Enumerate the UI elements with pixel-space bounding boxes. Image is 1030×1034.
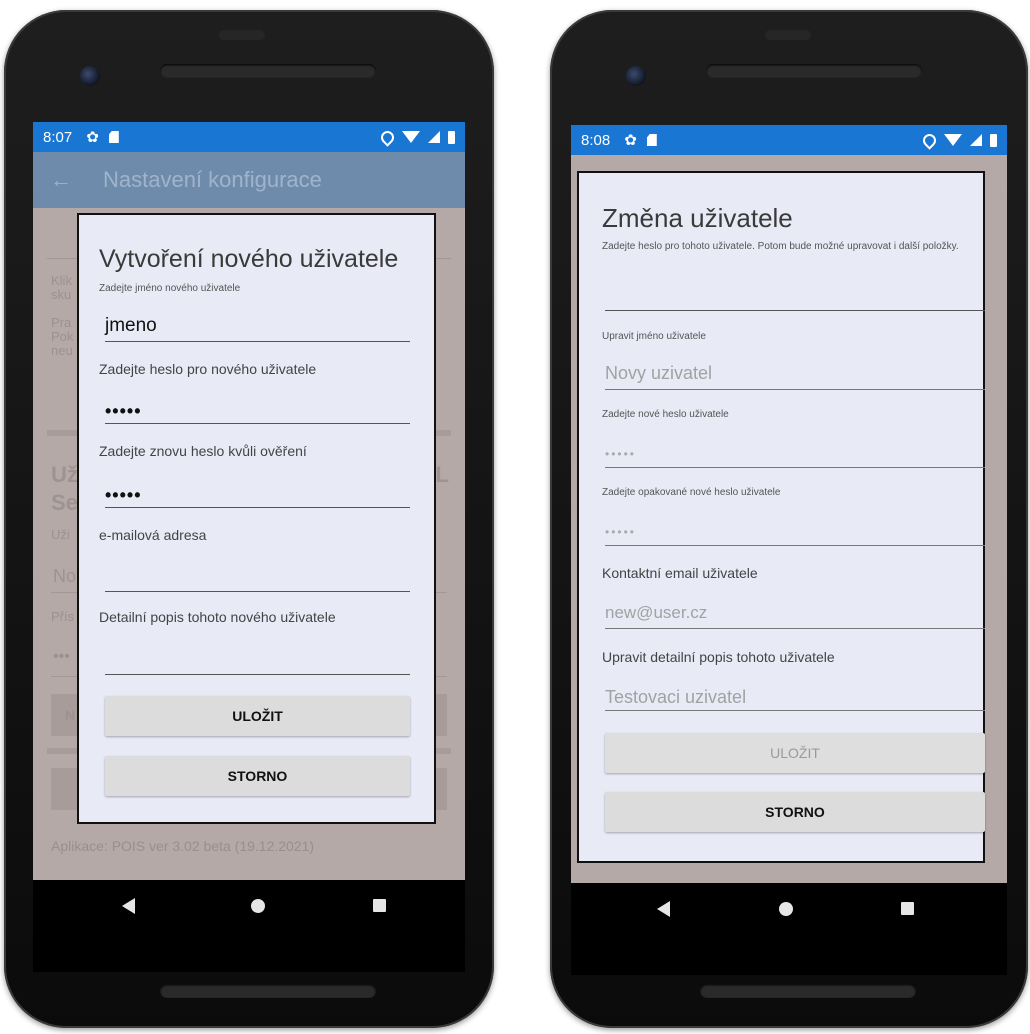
status-bar: 8:07 ✿: [33, 122, 465, 152]
bg-field: No: [53, 566, 77, 586]
navigation-bar: [33, 880, 465, 972]
gear-icon: ✿: [86, 129, 99, 146]
bg-heading: Se: [51, 490, 78, 515]
nav-recents-icon[interactable]: [373, 899, 386, 912]
status-time: 8:08: [581, 131, 611, 149]
create-user-dialog: Vytvoření nového uživatele Zadejte jméno…: [77, 213, 436, 824]
nav-home-icon[interactable]: [251, 899, 265, 913]
bg-text: Klik: [51, 273, 72, 288]
screen-right: 8:08 ✿ Změna uživatele Zadejte heslo pro…: [571, 125, 1007, 975]
back-arrow-icon[interactable]: ←: [33, 167, 89, 193]
password-input[interactable]: •••••: [105, 401, 142, 422]
bg-text: •••: [53, 648, 70, 665]
nav-back-icon[interactable]: [122, 898, 135, 914]
description-label: Detailní popis tohoto nového uživatele: [99, 609, 336, 625]
email-input[interactable]: new@user.cz: [605, 603, 707, 623]
location-icon: [378, 127, 397, 147]
phone-frame-right: 8:08 ✿ Změna uživatele Zadejte heslo pro…: [550, 10, 1028, 1028]
description-input-underline: [105, 674, 410, 675]
password-confirm-label: Zadejte znovu heslo kvůli ověření: [99, 443, 307, 459]
app-title: Nastavení konfigurace: [103, 167, 322, 192]
bg-text: N: [65, 707, 76, 723]
status-time: 8:07: [43, 128, 73, 146]
nav-home-icon[interactable]: [779, 902, 793, 916]
nav-back-icon[interactable]: [657, 901, 670, 917]
cancel-button[interactable]: STORNO: [605, 792, 985, 832]
name-label: Zadejte jméno nového uživatele: [99, 283, 241, 294]
bg-text: Pok: [51, 329, 74, 344]
current-password-underline: [605, 310, 985, 311]
email-underline: [605, 628, 985, 629]
wifi-icon: [402, 131, 420, 143]
cancel-button[interactable]: STORNO: [105, 756, 410, 796]
name-input-underline: [105, 341, 410, 342]
earpiece: [765, 30, 811, 40]
bg-text: neu: [51, 343, 73, 358]
speaker-top: [706, 64, 922, 78]
edit-name-underline: [605, 389, 985, 390]
bg-text: Přís: [51, 609, 75, 624]
description-input[interactable]: Testovaci uzivatel: [605, 687, 746, 708]
description-underline: [605, 710, 985, 711]
email-input-underline: [105, 591, 410, 592]
gear-icon: ✿: [624, 132, 637, 149]
navigation-bar: [571, 883, 1007, 975]
password-input-underline: [105, 423, 410, 424]
new-password-label: Zadejte nové heslo uživatele: [602, 409, 729, 420]
repeat-password-input[interactable]: •••••: [605, 525, 636, 539]
email-label: e-mailová adresa: [99, 527, 207, 543]
email-label: Kontaktní email uživatele: [602, 565, 758, 581]
description-label: Upravit detailní popis tohoto uživatele: [602, 649, 835, 665]
password-label: Zadejte heslo pro nového uživatele: [99, 361, 317, 377]
edit-name-label: Upravit jméno uživatele: [602, 331, 706, 342]
new-password-underline: [605, 467, 985, 468]
location-icon: [920, 130, 939, 150]
phone-frame-left: 8:07 ✿ ← Nastavení konfigurace Klik sku …: [4, 10, 494, 1028]
new-password-input[interactable]: •••••: [605, 447, 636, 461]
status-bar: 8:08 ✿: [571, 125, 1007, 155]
earpiece: [219, 30, 265, 40]
signal-icon: [428, 131, 440, 143]
screen-left: 8:07 ✿ ← Nastavení konfigurace Klik sku …: [33, 122, 465, 972]
name-input[interactable]: jmeno: [105, 315, 157, 337]
dialog-title: Změna uživatele: [602, 203, 793, 233]
speaker-bottom: [160, 984, 376, 998]
password-confirm-underline: [105, 507, 410, 508]
sd-card-icon: [108, 131, 119, 143]
wifi-icon: [944, 134, 962, 146]
battery-icon: [448, 130, 455, 144]
app-bar: ← Nastavení konfigurace: [33, 152, 465, 208]
save-button[interactable]: ULOŽIT: [605, 733, 985, 773]
camera-icon: [626, 66, 646, 86]
signal-icon: [970, 134, 982, 146]
nav-recents-icon[interactable]: [901, 902, 914, 915]
speaker-bottom: [700, 984, 916, 998]
speaker-top: [160, 64, 376, 78]
app-version-text: Aplikace: POIS ver 3.02 beta (19.12.2021…: [51, 838, 315, 854]
change-user-dialog: Změna uživatele Zadejte heslo pro tohoto…: [577, 171, 985, 863]
password-confirm-input[interactable]: •••••: [105, 485, 142, 506]
save-button[interactable]: ULOŽIT: [105, 696, 410, 736]
bg-text: sku: [51, 287, 72, 302]
bg-heading: Už: [51, 462, 78, 487]
bg-text: Uži: [51, 527, 70, 542]
edit-name-input[interactable]: Novy uzivatel: [605, 363, 712, 384]
sd-card-icon: [646, 134, 657, 146]
bg-text: Pra: [51, 315, 72, 330]
repeat-password-underline: [605, 545, 985, 546]
repeat-password-label: Zadejte opakované nové heslo uživatele: [602, 487, 781, 498]
camera-icon: [80, 66, 100, 86]
dialog-instructions: Zadejte heslo pro tohoto uživatele. Poto…: [602, 241, 959, 252]
dialog-title: Vytvoření nového uživatele: [99, 245, 399, 273]
battery-icon: [990, 133, 997, 147]
